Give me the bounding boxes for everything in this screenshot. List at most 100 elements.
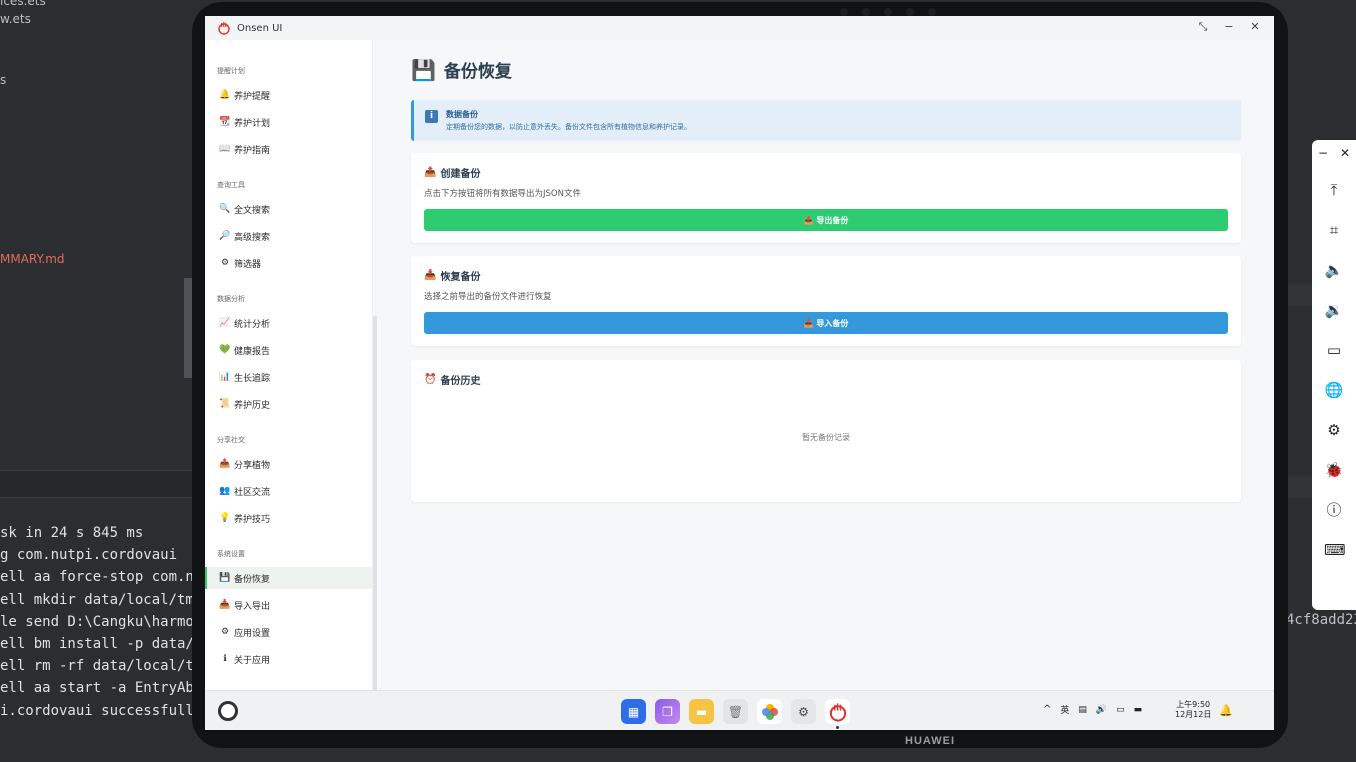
ide-panel-divider: [0, 470, 196, 498]
calendar-icon: 📆: [219, 117, 231, 127]
keyboard-icon[interactable]: ⌨: [1324, 540, 1346, 560]
settings-icon[interactable]: ⚙: [791, 699, 816, 724]
card-title: 📥 恢复备份: [424, 268, 480, 283]
sidebar-item-growth-tracking[interactable]: 📊 生长追踪: [205, 366, 373, 388]
running-indicator: [836, 726, 839, 729]
window-titlebar: Onsen UI ⤡ − ✕: [205, 16, 1274, 40]
sidebar-item-label: 养护提醒: [234, 91, 271, 102]
alarm-clock-icon: ⏰: [424, 374, 437, 385]
sidebar-item-statistics[interactable]: 📈 统计分析: [205, 312, 373, 334]
clock[interactable]: 上午9:50 12月12日: [1175, 700, 1211, 720]
floppy-disk-icon: 💾: [411, 57, 436, 82]
toolbar-close-icon[interactable]: ✕: [1340, 146, 1350, 160]
sidebar-item-label: 筛选器: [234, 259, 262, 270]
info-icon[interactable]: ⓘ: [1324, 500, 1344, 520]
export-backup-button[interactable]: 📤 导出备份: [424, 209, 1228, 231]
sidebar-item-label: 社区交流: [234, 487, 271, 498]
app-grid-icon[interactable]: ▦: [621, 699, 646, 724]
sidebar-section-label: 分享社交: [217, 436, 245, 444]
sidebar-item-health-report[interactable]: 💚 健康报告: [205, 339, 373, 361]
ide-file-item[interactable]: ices.ets: [0, 0, 46, 8]
display-icon[interactable]: ▭: [1116, 705, 1125, 715]
terminal-line: le send D:\Cangku\harmon: [0, 613, 196, 630]
sidebar-item-label: 导入导出: [234, 601, 271, 612]
ide-file-item[interactable]: MMARY.md: [0, 252, 65, 266]
sidebar-item-community[interactable]: 👥 社区交流: [205, 480, 373, 502]
backup-history-card: ⏰ 备份历史 暂无备份记录: [411, 360, 1241, 502]
ide-hash-text: 4cf8add23: [1286, 612, 1356, 628]
tray-expand-icon[interactable]: ^: [1043, 704, 1051, 715]
sidebar-item-share-plant[interactable]: 📤 分享植物: [205, 453, 373, 475]
sidebar-item-label: 养护计划: [234, 118, 271, 129]
magnifier-icon: 🔎: [219, 231, 231, 241]
sidebar-item-fulltext-search[interactable]: 🔍 全文搜索: [205, 198, 373, 220]
info-icon: i: [425, 110, 438, 123]
globe-icon[interactable]: 🌐: [1324, 380, 1344, 400]
outbox-icon: 📤: [219, 459, 231, 469]
sidebar-item-label: 养护历史: [234, 400, 271, 411]
clipboard-icon[interactable]: ▤: [1078, 705, 1087, 715]
toolbar-minimize-icon[interactable]: −: [1318, 146, 1328, 160]
system-tray: ^ 英 ▤ 🔊 ▭ ▬: [1043, 703, 1142, 716]
terminal-line: i.cordovaui successfully: [0, 702, 196, 719]
info-banner: i 数据备份 定期备份您的数据，以防止意外丢失。备份文件包含所有植物信息和养护记…: [411, 100, 1241, 141]
volume-icon[interactable]: 🔊: [1096, 705, 1107, 715]
clock-date: 12月12日: [1175, 710, 1212, 719]
ide-file-item[interactable]: s: [0, 73, 6, 87]
trash-icon[interactable]: 🗑: [723, 699, 748, 724]
bell-icon: 🔔: [219, 90, 231, 100]
close-icon[interactable]: ✕: [1250, 20, 1260, 34]
ime-icon[interactable]: 英: [1060, 703, 1069, 716]
sidebar-item-filter[interactable]: ⚙ 筛选器: [205, 252, 373, 274]
bug-icon[interactable]: 🐞: [1324, 460, 1344, 480]
ide-scrollbar[interactable]: [184, 278, 192, 378]
gear-icon[interactable]: ⚙: [1324, 420, 1344, 440]
volume-down-icon[interactable]: 🔉: [1324, 300, 1344, 320]
photos-icon[interactable]: [757, 699, 782, 724]
floppy-disk-icon: 💾: [219, 573, 231, 583]
volume-up-icon[interactable]: 🔈: [1324, 260, 1344, 280]
sidebar-item-label: 应用设置: [234, 628, 271, 639]
terminal-line: ell aa force-stop com.nu: [0, 569, 196, 586]
device-brand: HUAWEI: [905, 735, 955, 747]
clock-time: 上午9:50: [1176, 700, 1211, 709]
sidebar-item-care-reminder[interactable]: 🔔 养护提醒: [205, 84, 373, 106]
battery-icon[interactable]: ▬: [1134, 705, 1143, 715]
people-icon: 👥: [219, 486, 231, 496]
main-content: 💾 备份恢复 i 数据备份 定期备份您的数据，以防止意外丢失。备份文件包含所有植…: [377, 40, 1274, 690]
inbox-icon: 📥: [219, 600, 231, 610]
sidebar-item-about[interactable]: ℹ 关于应用: [205, 648, 373, 670]
sidebar-item-app-settings[interactable]: ⚙ 应用设置: [205, 621, 373, 643]
sidebar-item-care-history[interactable]: 📜 养护历史: [205, 393, 373, 415]
sidebar-item-label: 养护技巧: [234, 514, 271, 525]
sidebar-item-care-guide[interactable]: 📖 养护指南: [205, 138, 373, 160]
restore-backup-card: 📥 恢复备份 选择之前导出的备份文件进行恢复 📥 导入备份: [411, 256, 1241, 346]
sidebar-item-import-export[interactable]: 📥 导入导出: [205, 594, 373, 616]
sidebar-section-label: 提醒计划: [217, 67, 245, 75]
sidebar-section-label: 系统设置: [217, 550, 245, 558]
crop-icon[interactable]: ⌗: [1324, 220, 1344, 240]
multitask-icon[interactable]: ❐: [655, 699, 680, 724]
import-backup-button[interactable]: 📥 导入备份: [424, 312, 1228, 334]
ide-file-item[interactable]: w.ets: [0, 12, 31, 26]
card-title-text: 备份历史: [440, 376, 481, 387]
sidebar-item-advanced-search[interactable]: 🔎 高级搜索: [205, 225, 373, 247]
pin-top-icon[interactable]: ⤒: [1324, 180, 1344, 200]
restore-icon[interactable]: ⤡: [1198, 20, 1208, 34]
page-title-text: 备份恢复: [443, 62, 512, 82]
sidebar-item-label: 备份恢复: [234, 574, 271, 585]
notification-bell-icon[interactable]: 🔔: [1219, 704, 1233, 717]
info-icon: ℹ: [223, 654, 227, 664]
onsen-app-icon[interactable]: [825, 699, 850, 729]
sidebar-item-care-plan[interactable]: 📆 养护计划: [205, 111, 373, 133]
power-key-icon[interactable]: ▭: [1324, 340, 1344, 360]
sidebar-item-care-tips[interactable]: 💡 养护技巧: [205, 507, 373, 529]
emulator-toolbar: − ✕ ⤒ ⌗ 🔈 🔉 ▭ 🌐 ⚙ 🐞 ⓘ ⌨: [1312, 140, 1356, 610]
terminal-line: g com.nutpi.cordovaui: [0, 547, 178, 564]
camera-dots: [840, 8, 936, 16]
files-icon[interactable]: ▬: [689, 699, 714, 724]
minimize-icon[interactable]: −: [1224, 20, 1234, 34]
sidebar-item-backup-restore[interactable]: 💾 备份恢复: [205, 567, 373, 589]
assistant-icon[interactable]: [218, 701, 238, 721]
page-title: 💾 备份恢复: [411, 57, 512, 83]
